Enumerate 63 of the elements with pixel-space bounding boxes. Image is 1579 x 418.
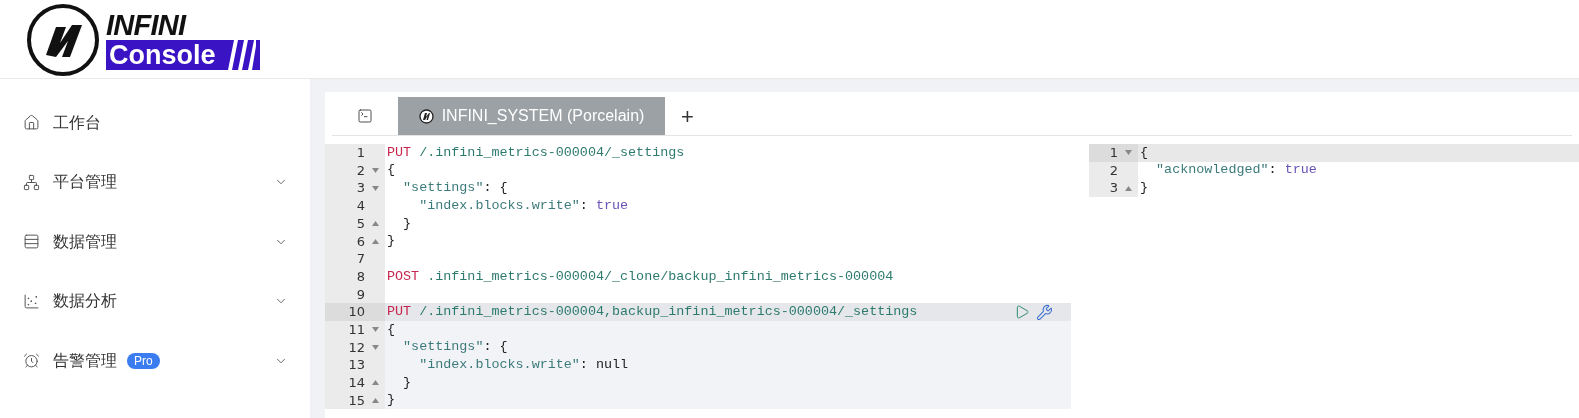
line-number: 1	[356, 144, 365, 163]
code-line: }	[1139, 179, 1149, 198]
line-number: 9	[356, 285, 365, 304]
cluster-logo-icon	[418, 108, 434, 124]
code-line: "index.blocks.write": true	[418, 196, 629, 215]
code-line: }	[402, 373, 412, 392]
line-number: 1	[1109, 144, 1118, 163]
code-line: "settings": {	[402, 179, 508, 198]
run-icon[interactable]	[1014, 304, 1030, 321]
console-icon[interactable]	[357, 108, 373, 124]
logo-title: INFINI	[106, 10, 188, 40]
code-line: }	[386, 391, 396, 410]
sidebar-item[interactable]: 数据管理	[0, 212, 310, 272]
line-number: 5	[356, 214, 365, 233]
scatter-icon	[23, 292, 40, 310]
line-number: 3	[356, 179, 365, 198]
line-number: 2	[356, 161, 365, 180]
fold-open-icon[interactable]	[371, 185, 379, 191]
code-line: "settings": {	[402, 338, 508, 357]
code-line: POST .infini_metrics-000004/_clone/backup_infini_metrics-000004	[386, 267, 894, 286]
hierarchy-icon	[23, 173, 40, 191]
sidebar-item[interactable]: 数据分析	[0, 271, 310, 331]
line-number: 7	[356, 250, 365, 269]
pro-badge: Pro	[127, 352, 160, 369]
fold-close-icon[interactable]	[1124, 185, 1132, 191]
line-number: 15	[348, 391, 365, 410]
fold-open-icon[interactable]	[371, 327, 379, 333]
code-line: PUT /.infini_metrics-000004,backup_infini_metrics-000004/_settings	[386, 303, 918, 321]
home-icon	[23, 114, 40, 132]
add-tab-button[interactable]: +	[665, 97, 710, 135]
list-icon	[23, 233, 40, 251]
line-number: 10	[348, 303, 365, 322]
code-line: "index.blocks.write": null	[418, 356, 629, 375]
wrench-icon[interactable]	[1036, 303, 1053, 321]
fold-open-icon[interactable]	[371, 344, 379, 350]
line-number: 3	[1109, 179, 1118, 198]
line-number: 6	[356, 232, 365, 251]
code-line: PUT /.infini_metrics-000004/_settings	[386, 143, 685, 162]
code-line: }	[402, 214, 412, 233]
line-number: 4	[356, 197, 365, 216]
line-number: 8	[356, 267, 365, 286]
sidebar-item[interactable]: 工作台	[0, 93, 310, 153]
code-line: {	[386, 161, 396, 180]
fold-close-icon[interactable]	[371, 397, 379, 403]
fold-close-icon[interactable]	[371, 221, 379, 227]
alarm-icon	[23, 352, 40, 370]
fold-open-icon[interactable]	[371, 168, 379, 174]
code-line: {	[1139, 143, 1149, 162]
sidebar-item[interactable]: 告警管理 Pro	[0, 331, 310, 391]
sidebar-item[interactable]: 平台管理	[0, 152, 310, 212]
fold-close-icon[interactable]	[371, 238, 379, 244]
code-line: "acknowledged": true	[1155, 161, 1317, 180]
code-line: }	[386, 232, 396, 251]
line-number: 2	[1109, 161, 1118, 180]
logo-subtitle: Console	[109, 41, 216, 69]
code-line: {	[386, 320, 396, 339]
line-number: 13	[348, 356, 365, 375]
line-number: 11	[348, 320, 365, 339]
logo-icon	[26, 3, 100, 77]
line-number: 14	[348, 374, 365, 393]
fold-close-icon[interactable]	[371, 380, 379, 386]
line-number: 12	[348, 338, 365, 357]
fold-open-icon[interactable]	[1124, 150, 1132, 156]
